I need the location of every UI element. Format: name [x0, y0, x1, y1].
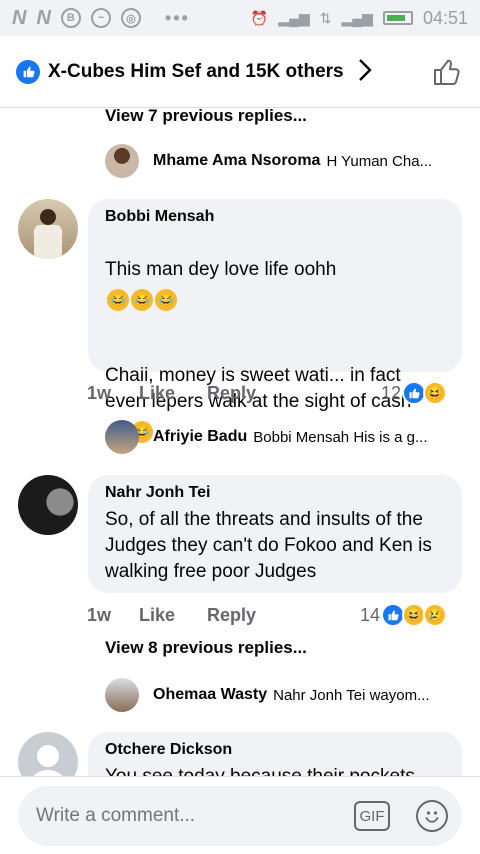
- comment-reactions[interactable]: 14 😆 😢: [360, 603, 447, 627]
- reply-snippet: Nahr Jonh Tei wayom...: [273, 686, 430, 704]
- comment-text: So, of all the threats and insults of th…: [105, 509, 432, 582]
- avatar[interactable]: [105, 420, 139, 454]
- signal-icon: ▂▄▆: [278, 9, 310, 26]
- signal-icon-2: ▂▄▆: [341, 9, 373, 26]
- chevron-right-icon[interactable]: [358, 58, 372, 86]
- chrome-icon: ◎: [120, 8, 141, 28]
- comment-time: 1w: [87, 382, 112, 403]
- reply-preview[interactable]: Ohemaa Wasty Nahr Jonh Tei wayom...: [105, 678, 465, 712]
- reaction-count: 12: [380, 382, 401, 403]
- reply-author[interactable]: Afriyie Badu: [153, 428, 247, 446]
- like-comment-button[interactable]: Like: [139, 605, 175, 626]
- alarm-icon: ⏰: [250, 9, 269, 26]
- status-bar-system: ⏰ ▂▄▆ ⇅ ▂▄▆ 04:51: [251, 8, 468, 29]
- reactions-summary[interactable]: X-Cubes Him Sef and 15K others: [48, 61, 344, 83]
- messenger-icon: ~: [90, 8, 111, 28]
- reply-comment-button[interactable]: Reply: [207, 605, 256, 626]
- reply-comment-button[interactable]: Reply: [207, 383, 256, 404]
- comment-text: You see today because their pockets: [105, 764, 446, 776]
- default-avatar-icon[interactable]: [18, 732, 78, 776]
- reaction-count: 14: [359, 604, 380, 625]
- comment-text: This man dey love life oohh 😂 😂 😂 Chaii, m…: [105, 231, 446, 443]
- laughing-emoji-icon: 😂: [107, 289, 129, 311]
- reactions-header[interactable]: X-Cubes Him Sef and 15K others: [0, 36, 480, 108]
- laughing-emoji-icon: 😂: [155, 289, 177, 311]
- comment-author[interactable]: Otchere Dickson: [105, 741, 446, 759]
- more-notifications-icon: •••: [164, 7, 190, 28]
- comment-author[interactable]: Nahr Jonh Tei: [105, 484, 446, 502]
- comment-list[interactable]: View 7 previous replies... Mhame Ama Nso…: [0, 108, 480, 776]
- comment-actions: 1w Like Reply 12 😆: [87, 381, 447, 405]
- n-app-icon-2: N: [36, 6, 51, 29]
- sad-reaction-icon: 😢: [423, 603, 447, 627]
- avatar[interactable]: [105, 144, 139, 178]
- comment-reactions[interactable]: 12 😆: [381, 381, 447, 405]
- comment-input[interactable]: [36, 805, 354, 827]
- comment-composer-bar: GIF: [0, 776, 480, 854]
- comment-bubble[interactable]: Bobbi Mensah This man dey love life oohh…: [88, 199, 462, 443]
- view-previous-replies-link[interactable]: View 7 previous replies...: [105, 108, 307, 126]
- reply-author[interactable]: Mhame Ama Nsoroma: [153, 152, 320, 170]
- comment-bubble[interactable]: Otchere Dickson You see today because th…: [88, 732, 462, 776]
- comment-composer[interactable]: GIF: [18, 786, 462, 846]
- thumbs-up-icon: [434, 59, 460, 85]
- reply-snippet: H Yuman Cha...: [326, 152, 433, 170]
- comment-text-line: This man dey love life oohh: [105, 259, 337, 280]
- reply-preview[interactable]: Mhame Ama Nsoroma H Yuman Cha...: [105, 144, 465, 178]
- reply-snippet: Bobbi Mensah His is a g...: [253, 428, 428, 446]
- like-comment-button[interactable]: Like: [139, 383, 175, 404]
- battery-icon: [382, 11, 413, 25]
- like-post-button[interactable]: [430, 55, 464, 89]
- avatar[interactable]: [18, 475, 78, 535]
- haha-reaction-icon: 😆: [423, 381, 447, 405]
- comment: Otchere Dickson You see today because th…: [18, 732, 464, 776]
- data-icon: ⇅: [319, 9, 332, 26]
- status-bar: N N B ~ ◎ ••• ⏰ ▂▄▆ ⇅ ▂▄▆ 04:51: [0, 0, 480, 36]
- avatar[interactable]: [105, 678, 139, 712]
- b-app-icon: B: [60, 8, 81, 28]
- comment-time: 1w: [87, 604, 112, 625]
- reply-preview[interactable]: Afriyie Badu Bobbi Mensah His is a g...: [105, 420, 465, 454]
- reply-author[interactable]: Ohemaa Wasty: [153, 686, 267, 704]
- emoji-picker-icon[interactable]: [416, 800, 448, 832]
- laughing-emoji-icon: 😂: [131, 289, 153, 311]
- like-reaction-icon: [16, 59, 40, 84]
- status-time: 04:51: [422, 7, 468, 28]
- view-previous-replies-link[interactable]: View 8 previous replies...: [105, 638, 307, 658]
- avatar[interactable]: [18, 199, 78, 259]
- gif-button[interactable]: GIF: [354, 801, 390, 831]
- status-bar-notifications: N N B ~ ◎ •••: [12, 7, 190, 30]
- comment-bubble[interactable]: Nahr Jonh Tei So, of all the threats and…: [88, 475, 462, 593]
- n-app-icon: N: [12, 6, 27, 29]
- comment: Nahr Jonh Tei So, of all the threats and…: [18, 475, 464, 597]
- comment-author[interactable]: Bobbi Mensah: [105, 208, 446, 226]
- comment-actions: 1w Like Reply 14 😆 😢: [87, 603, 447, 627]
